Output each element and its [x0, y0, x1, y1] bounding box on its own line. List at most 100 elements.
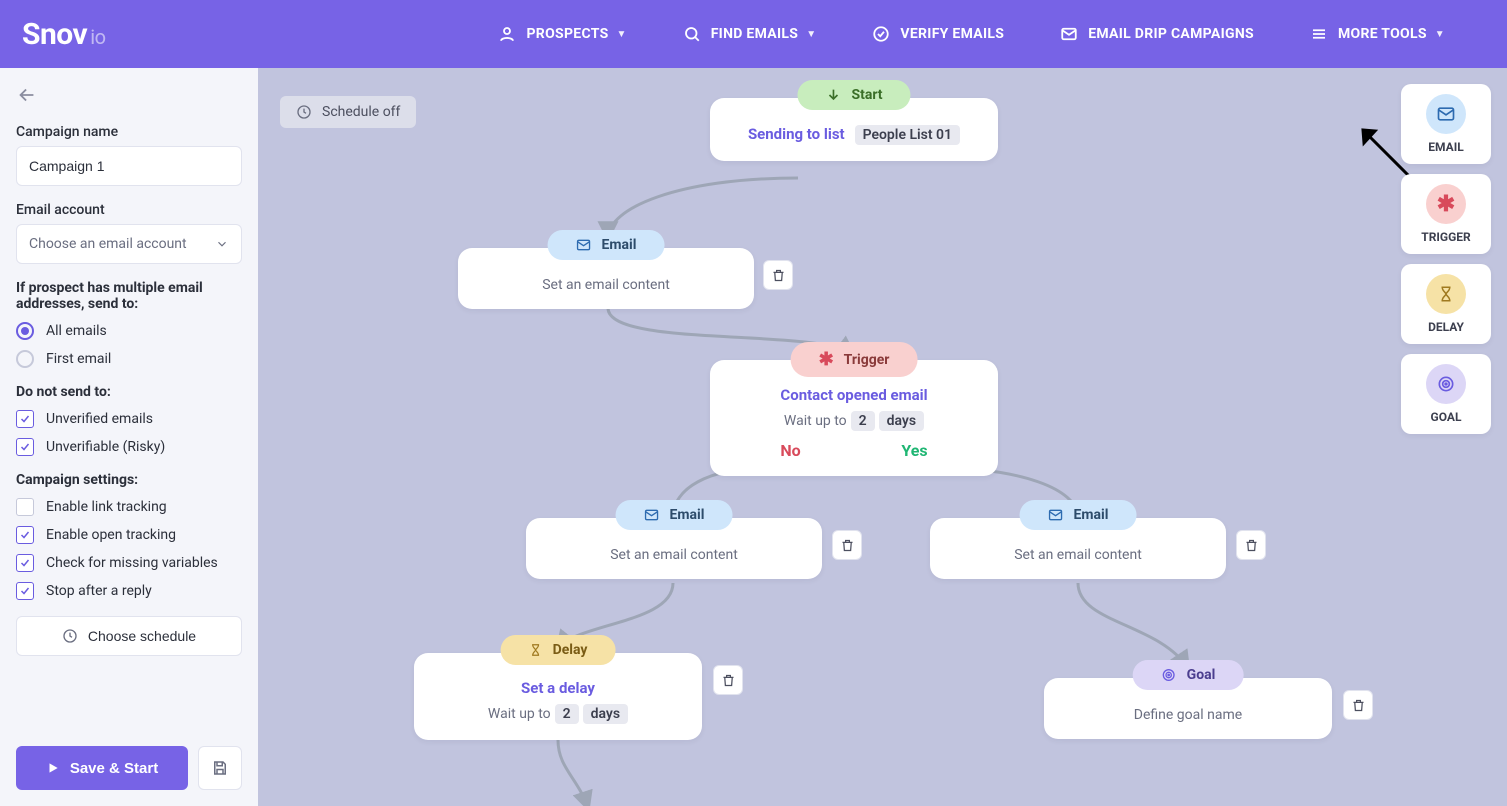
sending-to-list-link[interactable]: Sending to list	[748, 125, 845, 143]
delay-unit-badge: days	[583, 704, 628, 724]
node-email-header: Email	[548, 230, 665, 260]
flow-canvas[interactable]: Schedule off Start	[258, 68, 1507, 806]
set-delay-link[interactable]: Set a delay	[434, 679, 682, 697]
delete-node-button[interactable]	[1343, 690, 1373, 720]
top-nav: Snovio PROSPECTS ▼ FIND EMAILS ▼ VERIFY …	[0, 0, 1507, 68]
choose-schedule-button[interactable]: Choose schedule	[16, 616, 242, 656]
node-goal[interactable]: Goal Define goal name	[1044, 678, 1332, 739]
email-icon	[576, 237, 592, 253]
asterisk-icon: ✱	[1426, 184, 1466, 224]
chevron-down-icon	[215, 237, 229, 251]
node-email-no[interactable]: Email Set an email content	[526, 518, 822, 579]
email-icon	[644, 507, 660, 523]
check-stop-reply[interactable]: Stop after a reply	[16, 582, 242, 600]
checkbox-icon	[16, 526, 34, 544]
list-badge: People List 01	[855, 125, 960, 145]
save-icon	[211, 759, 229, 777]
trigger-yes-label: Yes	[901, 441, 927, 460]
toolbox: EMAIL ✱ TRIGGER DELAY GOAL	[1401, 84, 1491, 434]
check-unverified[interactable]: Unverified emails	[16, 410, 242, 428]
trigger-condition-link[interactable]: Contact opened email	[730, 386, 978, 404]
person-icon	[498, 25, 516, 43]
wait-value-badge: 2	[851, 411, 875, 431]
hourglass-icon	[1426, 274, 1466, 314]
schedule-off-badge[interactable]: Schedule off	[280, 96, 416, 128]
node-email-yes[interactable]: Email Set an email content	[930, 518, 1226, 579]
email-icon	[1426, 94, 1466, 134]
node-delay-header: Delay	[501, 635, 616, 665]
tool-email[interactable]: EMAIL	[1401, 84, 1491, 164]
node-trigger[interactable]: ✱ Trigger Contact opened email Wait up t…	[710, 360, 998, 476]
trash-icon	[1244, 538, 1259, 553]
caret-down-icon: ▼	[617, 29, 627, 40]
delay-value-badge: 2	[555, 704, 579, 724]
clock-icon	[296, 104, 312, 120]
node-trigger-header: ✱ Trigger	[791, 342, 918, 377]
trash-icon	[771, 268, 786, 283]
tool-trigger[interactable]: ✱ TRIGGER	[1401, 174, 1491, 254]
wait-unit-badge: days	[879, 411, 924, 431]
checkbox-icon	[16, 410, 34, 428]
trash-icon	[840, 538, 855, 553]
check-circle-icon	[872, 25, 890, 43]
save-draft-button[interactable]	[198, 746, 242, 790]
nav-more-tools[interactable]: MORE TOOLS ▼	[1310, 25, 1445, 43]
radio-all-emails[interactable]: All emails	[16, 322, 242, 340]
delete-node-button[interactable]	[832, 530, 862, 560]
sidebar: Campaign name Email account Choose an em…	[0, 68, 258, 806]
nav-drip-campaigns[interactable]: EMAIL DRIP CAMPAIGNS	[1060, 25, 1254, 43]
node-delay[interactable]: Delay Set a delay Wait up to 2 days	[414, 653, 702, 740]
campaign-name-label: Campaign name	[16, 124, 242, 140]
checkbox-icon	[16, 554, 34, 572]
menu-icon	[1310, 25, 1328, 43]
email-body-text: Set an email content	[610, 547, 738, 563]
caret-down-icon: ▼	[806, 29, 816, 40]
node-start[interactable]: Start Sending to list People List 01	[710, 98, 998, 161]
play-icon	[46, 761, 60, 775]
nav-find-emails[interactable]: FIND EMAILS ▼	[683, 25, 817, 43]
trash-icon	[1351, 698, 1366, 713]
checkbox-icon	[16, 498, 34, 516]
multiple-addresses-label: If prospect has multiple email addresses…	[16, 280, 242, 312]
brand-name: Snov	[22, 17, 87, 52]
check-open-tracking[interactable]: Enable open tracking	[16, 526, 242, 544]
caret-down-icon: ▼	[1435, 29, 1445, 40]
checkbox-icon	[16, 582, 34, 600]
checkbox-icon	[16, 438, 34, 456]
campaign-settings-label: Campaign settings:	[16, 472, 242, 488]
delete-node-button[interactable]	[713, 665, 743, 695]
email-icon	[1048, 507, 1064, 523]
radio-first-email[interactable]: First email	[16, 350, 242, 368]
node-goal-header: Goal	[1133, 660, 1244, 690]
check-missing-vars[interactable]: Check for missing variables	[16, 554, 242, 572]
goal-body-text: Define goal name	[1134, 707, 1242, 723]
trigger-no-label: No	[780, 441, 800, 460]
radio-icon	[16, 322, 34, 340]
delete-node-button[interactable]	[763, 260, 793, 290]
nav-verify-emails[interactable]: VERIFY EMAILS	[872, 25, 1004, 43]
tool-delay[interactable]: DELAY	[1401, 264, 1491, 344]
do-not-send-label: Do not send to:	[16, 384, 242, 400]
node-email-header: Email	[1020, 500, 1137, 530]
node-email-header: Email	[616, 500, 733, 530]
email-account-select[interactable]: Choose an email account	[16, 224, 242, 264]
campaign-name-input[interactable]	[16, 146, 242, 186]
brand-logo[interactable]: Snovio	[22, 17, 105, 52]
back-arrow-icon[interactable]	[16, 84, 38, 106]
email-body-text: Set an email content	[542, 277, 670, 293]
delete-node-button[interactable]	[1236, 530, 1266, 560]
target-icon	[1161, 667, 1177, 683]
save-start-button[interactable]: Save & Start	[16, 746, 188, 790]
clock-icon	[62, 628, 78, 644]
node-start-header: Start	[797, 80, 910, 110]
tool-goal[interactable]: GOAL	[1401, 354, 1491, 434]
radio-icon	[16, 350, 34, 368]
email-account-label: Email account	[16, 202, 242, 218]
brand-suffix: io	[87, 25, 105, 49]
check-link-tracking[interactable]: Enable link tracking	[16, 498, 242, 516]
email-body-text: Set an email content	[1014, 547, 1142, 563]
target-icon	[1426, 364, 1466, 404]
node-email-1[interactable]: Email Set an email content	[458, 248, 754, 309]
nav-prospects[interactable]: PROSPECTS ▼	[498, 25, 626, 43]
check-unverifiable[interactable]: Unverifiable (Risky)	[16, 438, 242, 456]
